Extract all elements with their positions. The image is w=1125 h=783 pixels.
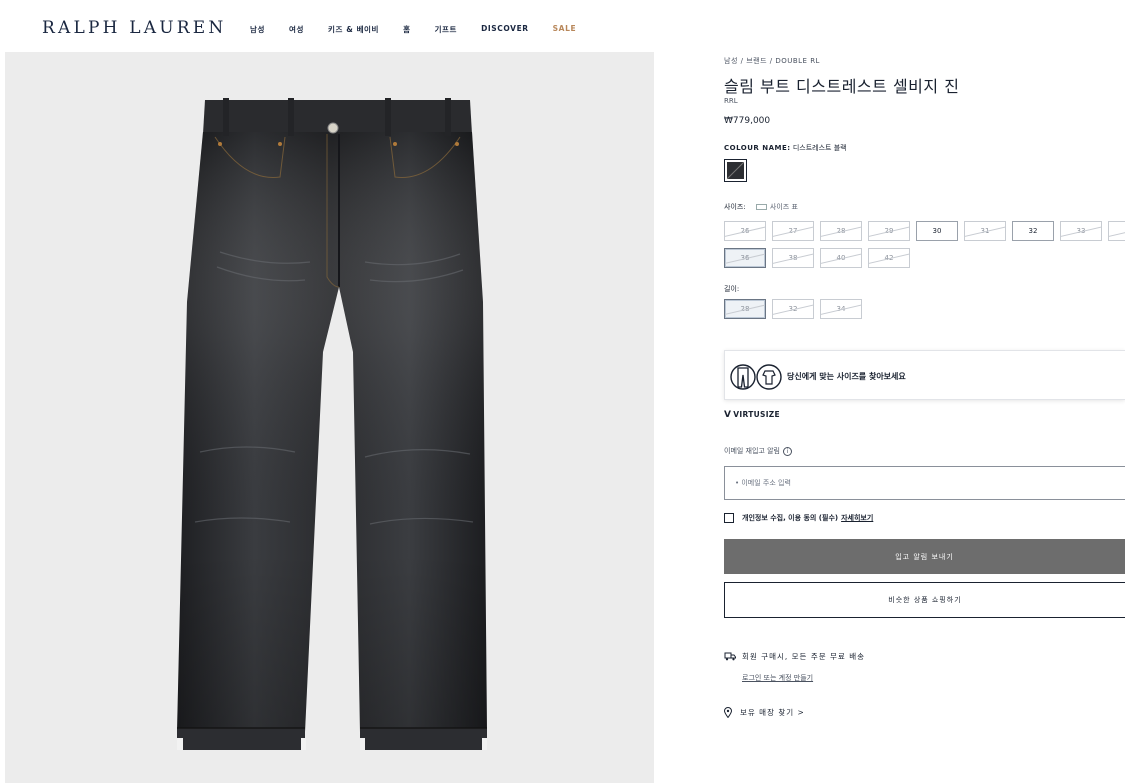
size-guide-link[interactable]: 사이즈 표 [756, 203, 798, 211]
product-price: ₩779,000 [724, 116, 771, 126]
inseam-chip-34[interactable]: 34 [820, 299, 862, 319]
jeans-product-image [177, 98, 487, 750]
login-create-account-link[interactable]: 로그인 또는 계정 만들기 [742, 674, 813, 682]
inseam-chip-32[interactable]: 32 [772, 299, 814, 319]
product-title: 슬림 부트 디스트레스트 셀비지 진 [724, 77, 960, 96]
swatch-fill [727, 162, 744, 179]
ralph-lauren-logo[interactable]: RALPH LAUREN [42, 18, 226, 38]
nav-item-kids-baby[interactable]: 키즈 & 베이비 [328, 24, 379, 35]
colour-name-key: COLOUR NAME: [724, 144, 791, 152]
colour-label: COLOUR NAME: 디스트레스트 블랙 [724, 143, 847, 153]
colour-swatch-distressed-black[interactable] [724, 159, 747, 182]
shop-similar-button[interactable]: 비슷한 상품 쇼핑하기 [724, 582, 1125, 618]
nav-item-women[interactable]: 여성 [289, 24, 304, 35]
info-icon[interactable]: i [782, 446, 792, 456]
login-create-account: 로그인 또는 계정 만들기 [742, 673, 813, 683]
size-label-row: 사이즈: 사이즈 표 [724, 202, 798, 212]
product-detail-panel: 남성 / 브랜드 / DOUBLE RL 슬림 부트 디스트레스트 셀비지 진 … [724, 0, 1125, 783]
nav-item-sale[interactable]: SALE [553, 24, 577, 35]
nav-item-gifts[interactable]: 기프트 [435, 24, 458, 35]
delivery-truck-icon [724, 652, 736, 661]
privacy-consent-text: 개인정보 수집, 이용 동의 (필수) [742, 514, 839, 522]
swatch-slash-icon [727, 162, 744, 179]
nav-item-men[interactable]: 남성 [250, 24, 265, 35]
virtusize-v-icon: V [724, 410, 732, 420]
inseam-chip-28[interactable]: 28 [724, 299, 766, 319]
free-shipping-text: 회원 구매시, 모든 주문 무료 배송 [742, 652, 866, 661]
virtusize-logo: V VIRTUSIZE [724, 410, 780, 420]
size-label: 사이즈: [724, 203, 746, 211]
find-store-link[interactable]: 보유 매장 찾기 > [724, 707, 805, 718]
restock-notify-label: 이메일 재입고 알림 i [724, 446, 792, 456]
product-brand: RRL [724, 97, 738, 105]
size-chip-34[interactable]: 34 [1108, 221, 1125, 241]
size-chip-32[interactable]: 32 [1012, 221, 1054, 241]
size-chip-28[interactable]: 28 [820, 221, 862, 241]
restock-notify-text: 이메일 재입고 알림 [724, 447, 780, 455]
nav-item-home[interactable]: 홈 [403, 24, 411, 35]
size-row-2: 36 38 40 42 [724, 248, 910, 268]
product-image-panel[interactable] [5, 52, 654, 783]
size-chip-36[interactable]: 36 [724, 248, 766, 268]
breadcrumb[interactable]: 남성 / 브랜드 / DOUBLE RL [724, 56, 820, 66]
size-chip-30[interactable]: 30 [916, 221, 958, 241]
virtusize-widget[interactable]: 당신에게 맞는 사이즈를 찾아보세요 [724, 350, 1125, 400]
privacy-consent-row: 개인정보 수집, 이용 동의 (필수) 자세히보기 [724, 513, 873, 523]
size-chip-40[interactable]: 40 [820, 248, 862, 268]
size-chip-38[interactable]: 38 [772, 248, 814, 268]
inseam-row: 28 32 34 [724, 299, 862, 319]
size-row-1: 26 27 28 29 30 31 32 33 34 [724, 221, 1125, 241]
size-chip-26[interactable]: 26 [724, 221, 766, 241]
location-pin-icon [724, 707, 732, 718]
inseam-label: 길이: [724, 285, 740, 293]
nav-item-discover[interactable]: DISCOVER [481, 24, 529, 35]
email-input[interactable] [724, 466, 1125, 500]
send-restock-alert-button[interactable]: 입고 알림 보내기 [724, 539, 1125, 574]
size-chip-29[interactable]: 29 [868, 221, 910, 241]
privacy-consent-checkbox[interactable] [724, 513, 734, 523]
free-shipping-info: 회원 구매시, 모든 주문 무료 배송 [724, 651, 865, 662]
size-chip-42[interactable]: 42 [868, 248, 910, 268]
size-chip-31[interactable]: 31 [964, 221, 1006, 241]
main-nav: 남성 여성 키즈 & 베이비 홈 기프트 DISCOVER SALE [250, 24, 600, 35]
virtusize-brand-text: VIRTUSIZE [733, 410, 780, 419]
size-chip-33[interactable]: 33 [1060, 221, 1102, 241]
size-chip-27[interactable]: 27 [772, 221, 814, 241]
find-store-text: 보유 매장 찾기 > [740, 708, 805, 717]
privacy-details-link[interactable]: 자세히보기 [841, 513, 873, 523]
colour-name-value: 디스트레스트 블랙 [792, 144, 847, 152]
fit-compare-icon [730, 364, 782, 390]
virtusize-prompt: 당신에게 맞는 사이즈를 찾아보세요 [787, 372, 906, 381]
